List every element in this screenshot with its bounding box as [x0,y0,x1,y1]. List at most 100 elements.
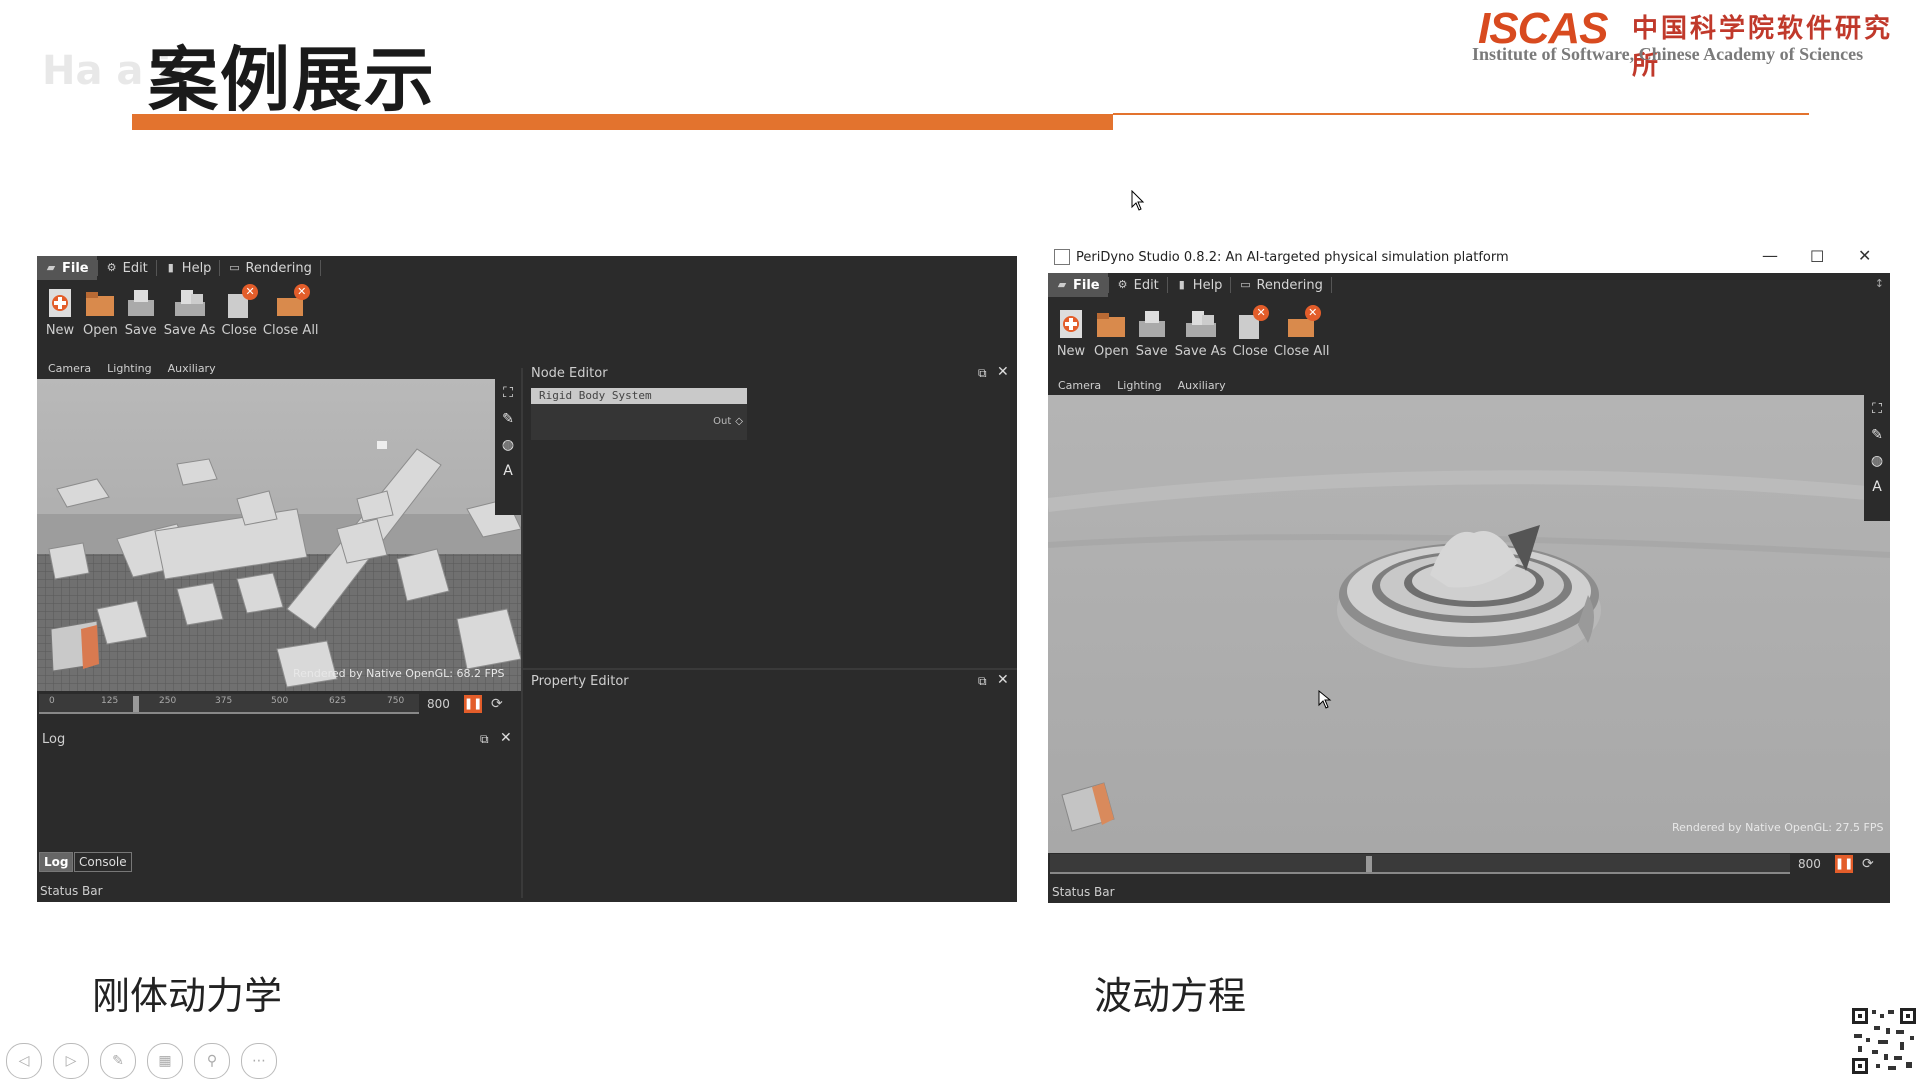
menu-edit[interactable]: ⚙ Edit [98,256,156,280]
tab-camera[interactable]: Camera [48,362,91,378]
menu-help[interactable]: ▮ Help [157,256,220,280]
pen-tool-button[interactable]: ✎ [100,1043,136,1079]
tab-auxiliary[interactable]: Auxiliary [168,362,216,378]
save-as-icon [1184,307,1218,341]
open-folder-icon [1094,307,1128,341]
close-all-icon: ✕ [274,284,310,320]
menu-help[interactable]: ▮ Help [1168,273,1231,297]
tab-camera[interactable]: Camera [1058,379,1101,395]
close-all-button[interactable]: ✕ Close All [1273,305,1330,359]
close-button[interactable]: ✕ Close [221,284,259,338]
node-output-port[interactable]: Out ◇ [713,416,743,427]
timeline-tick: 0 [49,696,55,706]
close-all-button[interactable]: ✕ Close All [263,284,319,338]
menu-edit-label: Edit [1133,277,1159,293]
close-panel-icon[interactable]: ✕ [500,730,512,746]
new-button[interactable]: New [1054,307,1088,359]
tab-lighting[interactable]: Lighting [1117,379,1161,395]
prev-slide-button[interactable]: ◁ [6,1043,42,1079]
window-close-button[interactable]: ✕ [1858,246,1871,265]
float-panel-icon[interactable]: ⧉ [480,732,489,747]
text-a-icon[interactable]: A [500,463,516,479]
fps-readout: Rendered by Native OpenGL: 68.2 FPS [293,667,505,680]
brush-icon[interactable]: ✎ [1869,427,1885,443]
close-panel-icon[interactable]: ✕ [997,364,1009,380]
status-bar: Status Bar [1052,885,1115,899]
minimize-button[interactable]: — [1762,246,1778,265]
more-options-button[interactable]: ⋯ [241,1043,277,1079]
timeline-slider[interactable]: 0 125 250 375 500 625 750 [39,694,419,714]
maximize-button[interactable]: ☐ [1810,247,1824,266]
title-underline-bar [132,114,1113,130]
close-panel-icon[interactable]: ✕ [997,672,1009,688]
save-as-button[interactable]: Save As [1175,307,1226,359]
timeline-handle[interactable] [132,696,139,712]
play-button[interactable]: ❚❚ [463,695,482,713]
new-button[interactable]: New [43,286,77,338]
slides-grid-button[interactable]: ▦ [147,1043,183,1079]
open-button-label: Open [83,323,118,338]
zoom-button[interactable]: ⚲ [194,1043,230,1079]
menu-edit[interactable]: ⚙ Edit [1109,273,1167,297]
rigid-body-scene [37,379,521,691]
viewport-toolbar: ⛶ ✎ ◍ A [1864,395,1890,521]
brush-icon[interactable]: ✎ [500,411,516,427]
text-a-icon[interactable]: A [1869,479,1885,495]
menu-separator [319,260,321,276]
menu-file-label: File [62,260,89,276]
open-button[interactable]: Open [1094,307,1129,359]
new-button-label: New [45,323,75,338]
menu-file[interactable]: ▰ File [37,256,97,280]
timeline-total-frames: 800 [1798,857,1821,871]
next-slide-button[interactable]: ▷ [53,1043,89,1079]
timeline-handle[interactable] [1365,856,1372,872]
loop-icon[interactable]: ⟳ [488,695,506,713]
viewport-tabs: Camera Lighting Auxiliary [1058,379,1242,395]
close-button[interactable]: ✕ Close [1232,305,1270,359]
property-editor-title: Property Editor [531,674,629,689]
monitor-icon: ▭ [1240,278,1251,291]
close-all-icon: ✕ [1285,305,1321,341]
menu-rendering[interactable]: ▭ Rendering [220,256,319,280]
loop-icon[interactable]: ⟳ [1859,855,1877,873]
float-panel-icon[interactable]: ⧉ [978,674,987,689]
menu-help-label: Help [1192,277,1223,293]
node-title: Rigid Body System [531,388,747,404]
menu-file[interactable]: ▰ File [1048,273,1108,297]
globe-icon[interactable]: ◍ [1869,453,1885,469]
fps-readout: Rendered by Native OpenGL: 27.5 FPS [1672,821,1884,834]
fit-view-icon[interactable]: ⛶ [500,385,516,401]
menu-help-label: Help [181,260,212,276]
float-panel-icon[interactable]: ⧉ [978,366,987,381]
open-button[interactable]: Open [83,286,118,338]
timeline-slider[interactable] [1050,854,1790,874]
fit-view-icon[interactable]: ⛶ [1869,401,1885,417]
tab-log[interactable]: Log [39,852,74,872]
timeline-tick: 625 [329,696,347,706]
save-button[interactable]: Save [1135,307,1169,359]
3d-viewport[interactable]: ⛶ ✎ ◍ A Rendered by Native OpenGL: 68.2 … [37,379,521,691]
timeline-tick: 250 [159,696,177,706]
book-icon: ▮ [1178,278,1185,291]
save-button[interactable]: Save [124,286,158,338]
close-file-icon: ✕ [222,284,259,320]
close-all-badge-icon: ✕ [293,284,310,300]
new-button-label: New [1056,344,1086,359]
rigid-body-node[interactable]: Rigid Body System Out ◇ [531,388,747,440]
globe-icon[interactable]: ◍ [500,437,516,453]
viewport-tabs: Camera Lighting Auxiliary [48,362,232,378]
close-button-label: Close [221,323,257,338]
tab-auxiliary[interactable]: Auxiliary [1178,379,1226,395]
save-as-button[interactable]: Save As [164,286,215,338]
tab-console[interactable]: Console [74,852,132,872]
3d-viewport[interactable]: ⛶ ✎ ◍ A Rendered by Native OpenGL: 27.5 … [1048,395,1890,853]
menu-rendering[interactable]: ▭ Rendering [1231,273,1330,297]
save-button-label: Save [1135,344,1168,359]
gear-icon: ⚙ [1117,278,1128,291]
tab-lighting[interactable]: Lighting [107,362,151,378]
close-all-button-label: Close All [1273,344,1330,359]
timeline-tick: 375 [215,696,233,706]
menu-edit-label: Edit [122,260,148,276]
menu-file-label: File [1073,277,1100,293]
play-button[interactable]: ❚❚ [1834,855,1853,873]
